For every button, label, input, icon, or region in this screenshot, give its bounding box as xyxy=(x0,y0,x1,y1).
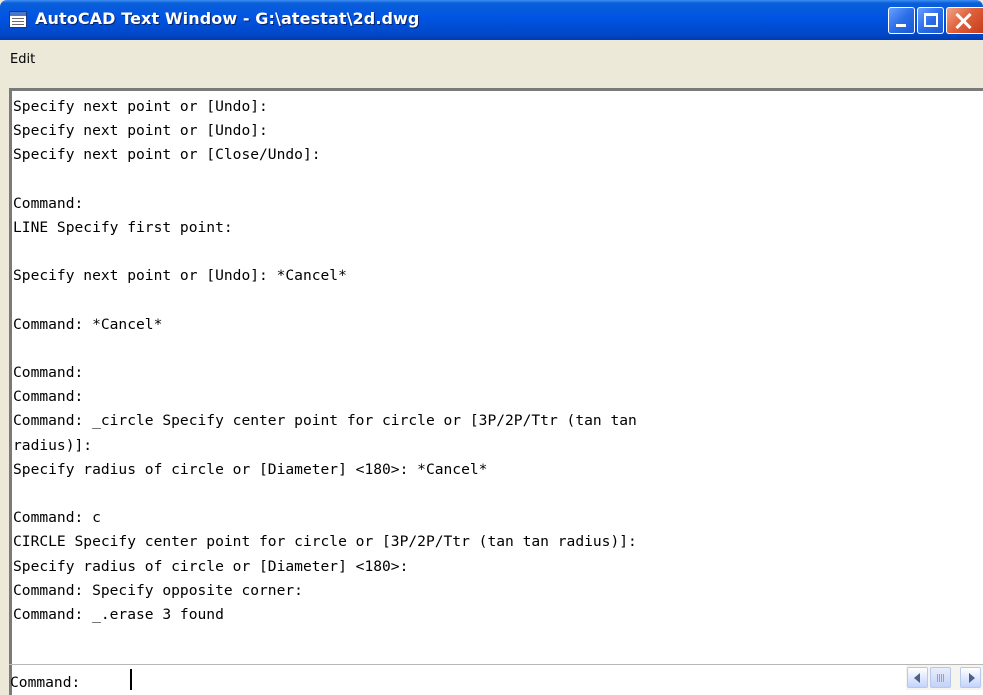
history-line: Command: c xyxy=(13,509,101,527)
close-button[interactable] xyxy=(946,7,983,34)
scroll-right-button[interactable] xyxy=(960,667,981,688)
maximize-icon xyxy=(924,13,938,27)
history-line: Command: xyxy=(13,364,84,382)
text-cursor xyxy=(130,669,132,690)
command-prompt: Command: xyxy=(10,674,81,691)
minimize-button[interactable] xyxy=(888,7,915,34)
history-line: Specify next point or [Undo]: xyxy=(13,122,268,140)
history-line: Specify next point or [Undo]: *Cancel* xyxy=(13,267,347,285)
grip-icon xyxy=(937,674,945,682)
history-line: LINE Specify first point: xyxy=(13,218,233,236)
history-line: Command: xyxy=(13,194,84,212)
window-title: AutoCAD Text Window - G:\atestat\2d.dwg xyxy=(35,9,420,28)
horizontal-scrollbar[interactable] xyxy=(906,665,983,690)
history-line xyxy=(13,482,637,506)
history-line xyxy=(13,289,637,313)
command-input[interactable]: Command: xyxy=(10,669,132,692)
scroll-thumb[interactable] xyxy=(930,667,951,688)
history-line: radius)]: xyxy=(13,436,93,454)
history-line: Command: Specify opposite corner: xyxy=(13,581,303,599)
history-line: CIRCLE Specify center point for circle o… xyxy=(13,533,637,551)
history-line: Command: xyxy=(13,388,84,406)
autocad-text-window: AutoCAD Text Window - G:\atestat\2d.dwg … xyxy=(0,0,983,695)
history-line: Command: _.erase 3 found xyxy=(13,605,224,623)
history-line: Specify next point or [Undo]: xyxy=(13,98,268,115)
history-line: Specify radius of circle or [Diameter] <… xyxy=(13,460,488,478)
arrow-right-icon xyxy=(969,673,975,683)
history-line xyxy=(13,240,637,264)
minimize-icon xyxy=(896,24,906,27)
arrow-left-icon xyxy=(914,673,920,683)
history-line xyxy=(13,337,637,361)
history-line: Specify next point or [Close/Undo]: xyxy=(13,146,321,164)
title-bar[interactable]: AutoCAD Text Window - G:\atestat\2d.dwg xyxy=(0,0,983,40)
history-line xyxy=(13,168,637,192)
history-line: Specify radius of circle or [Diameter] <… xyxy=(13,557,409,575)
history-line: Command: _circle Specify center point fo… xyxy=(13,412,637,430)
app-window-icon[interactable] xyxy=(9,11,27,28)
command-history: Specify next point or [Undo]: Specify ne… xyxy=(13,95,637,627)
history-line: Command: *Cancel* xyxy=(13,315,163,333)
close-icon xyxy=(956,13,972,29)
menu-bar: Edit xyxy=(0,40,983,74)
maximize-button[interactable] xyxy=(917,7,944,34)
command-line-divider xyxy=(9,664,983,665)
command-history-area[interactable]: Specify next point or [Undo]: Specify ne… xyxy=(9,88,983,695)
menu-item-edit[interactable]: Edit xyxy=(10,52,35,67)
scroll-left-button[interactable] xyxy=(907,667,928,688)
